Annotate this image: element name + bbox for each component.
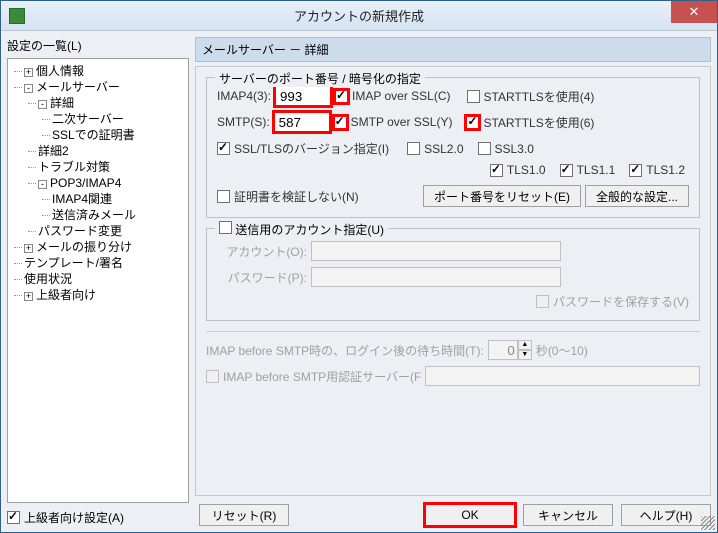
expand-icon[interactable]: +	[24, 68, 33, 77]
tree-item[interactable]: 使用状況	[24, 271, 186, 287]
ssl20-check[interactable]	[407, 142, 420, 155]
tls11-check[interactable]	[560, 164, 573, 177]
tree-item[interactable]: -メールサーバー -詳細 二次サーバー SSLでの証明書 詳細2 トラブル対策 …	[24, 79, 186, 239]
group-legend: サーバーのポート番号 / 暗号化の指定	[215, 70, 425, 87]
tree-item[interactable]: 二次サーバー	[52, 111, 186, 127]
send-account-group: 送信用のアカウント指定(U) アカウント(O): パスワード(P): パスワード…	[206, 228, 700, 321]
smtp-starttls-label: STARTTLSを使用(6)	[483, 114, 594, 131]
imap-label: IMAP4(3):	[217, 89, 271, 103]
tree-label: 設定の一覧(L)	[7, 37, 189, 54]
group-legend: 送信用のアカウント指定(U)	[215, 221, 388, 238]
advanced-settings-check[interactable]: 上級者向け設定(A)	[7, 509, 189, 526]
collapse-icon[interactable]: -	[24, 84, 33, 93]
close-button[interactable]: ✕	[671, 1, 717, 23]
tls12-check[interactable]	[629, 164, 642, 177]
dialog-buttons: リセット(R) OK キャンセル ヘルプ(H)	[195, 504, 711, 526]
close-icon: ✕	[689, 4, 700, 20]
dialog-window: アカウントの新規作成 ✕ 設定の一覧(L) +個人情報 -メールサーバー -詳細…	[0, 0, 718, 533]
smtp-ssl-check[interactable]	[334, 116, 347, 129]
imap-before-auth-check	[206, 370, 219, 383]
tree-item[interactable]: -詳細 二次サーバー SSLでの証明書	[38, 95, 186, 143]
tree-item[interactable]: SSLでの証明書	[52, 127, 186, 143]
tree-item[interactable]: +個人情報	[24, 63, 186, 79]
tree-item[interactable]: 送信済みメール	[52, 207, 186, 223]
expand-icon[interactable]: +	[24, 244, 33, 253]
imap-port-input[interactable]	[275, 86, 331, 106]
ssl-version-label: SSL/TLSのバージョン指定(I)	[234, 140, 389, 157]
spinner-down-icon[interactable]: ▼	[518, 350, 532, 360]
no-cert-verify-check[interactable]	[217, 190, 230, 203]
imap-before-auth-label: IMAP before SMTP用認証サーバー(F	[223, 368, 421, 385]
account-label: アカウント(O):	[217, 243, 307, 260]
left-pane: 設定の一覧(L) +個人情報 -メールサーバー -詳細 二次サーバー SSLでの…	[7, 37, 189, 526]
password-input	[311, 267, 561, 287]
tree-item[interactable]: トラブル対策	[38, 159, 186, 175]
right-pane: メールサーバー － 詳細 サーバーのポート番号 / 暗号化の指定 IMAP4(3…	[195, 37, 711, 526]
smtp-ssl-label: SMTP over SSL(Y)	[351, 115, 453, 129]
tree-item[interactable]: テンプレート/署名	[24, 255, 186, 271]
collapse-icon[interactable]: -	[38, 100, 47, 109]
titlebar: アカウントの新規作成 ✕	[1, 1, 717, 31]
collapse-icon[interactable]: -	[38, 180, 47, 189]
tree-item[interactable]: IMAP4関連	[52, 191, 186, 207]
imap-before-wait-label: IMAP before SMTP時の、ログイン後の待ち時間(T):	[206, 342, 484, 359]
settings-tree[interactable]: +個人情報 -メールサーバー -詳細 二次サーバー SSLでの証明書 詳細2 ト…	[7, 58, 189, 503]
reset-port-button[interactable]: ポート番号をリセット(E)	[423, 185, 581, 207]
save-password-check	[536, 295, 549, 308]
window-title: アカウントの新規作成	[294, 6, 424, 25]
tls10-check[interactable]	[490, 164, 503, 177]
section-title: メールサーバー － 詳細	[195, 37, 711, 62]
send-account-check[interactable]	[219, 221, 232, 234]
imap-before-auth-input	[425, 366, 700, 386]
imap-starttls-label: STARTTLSを使用(4)	[484, 88, 595, 105]
general-settings-button[interactable]: 全般的な設定...	[585, 185, 689, 207]
smtp-starttls-check[interactable]	[466, 116, 479, 129]
reset-button[interactable]: リセット(R)	[199, 504, 289, 526]
wait-spinner[interactable]: ▲ ▼	[488, 340, 532, 360]
account-input	[311, 241, 561, 261]
port-encryption-group: サーバーのポート番号 / 暗号化の指定 IMAP4(3): IMAP over …	[206, 77, 700, 218]
tree-item[interactable]: +メールの振り分け	[24, 239, 186, 255]
tree-item[interactable]: -POP3/IMAP4 IMAP4関連 送信済みメール	[38, 175, 186, 223]
password-label: パスワード(P):	[217, 269, 307, 286]
resize-grip-icon[interactable]	[701, 516, 715, 530]
imap-ssl-label: IMAP over SSL(C)	[352, 89, 450, 103]
expand-icon[interactable]: +	[24, 292, 33, 301]
ssl-version-check[interactable]	[217, 142, 230, 155]
tree-item[interactable]: +上級者向け	[24, 287, 186, 303]
imap-starttls-check[interactable]	[467, 90, 480, 103]
ok-button[interactable]: OK	[425, 504, 515, 526]
smtp-port-input[interactable]	[274, 112, 330, 132]
smtp-label: SMTP(S):	[217, 115, 270, 129]
tree-item[interactable]: パスワード変更	[38, 223, 186, 239]
wait-value	[488, 340, 518, 360]
content-area: サーバーのポート番号 / 暗号化の指定 IMAP4(3): IMAP over …	[195, 66, 711, 496]
tree-item[interactable]: 詳細2	[38, 143, 186, 159]
ssl30-check[interactable]	[478, 142, 491, 155]
spinner-up-icon[interactable]: ▲	[518, 340, 532, 350]
help-button[interactable]: ヘルプ(H)	[621, 504, 711, 526]
advanced-checkbox[interactable]	[7, 511, 20, 524]
separator	[206, 331, 700, 332]
cancel-button[interactable]: キャンセル	[523, 504, 613, 526]
app-icon	[9, 8, 25, 24]
imap-ssl-check[interactable]	[335, 90, 348, 103]
